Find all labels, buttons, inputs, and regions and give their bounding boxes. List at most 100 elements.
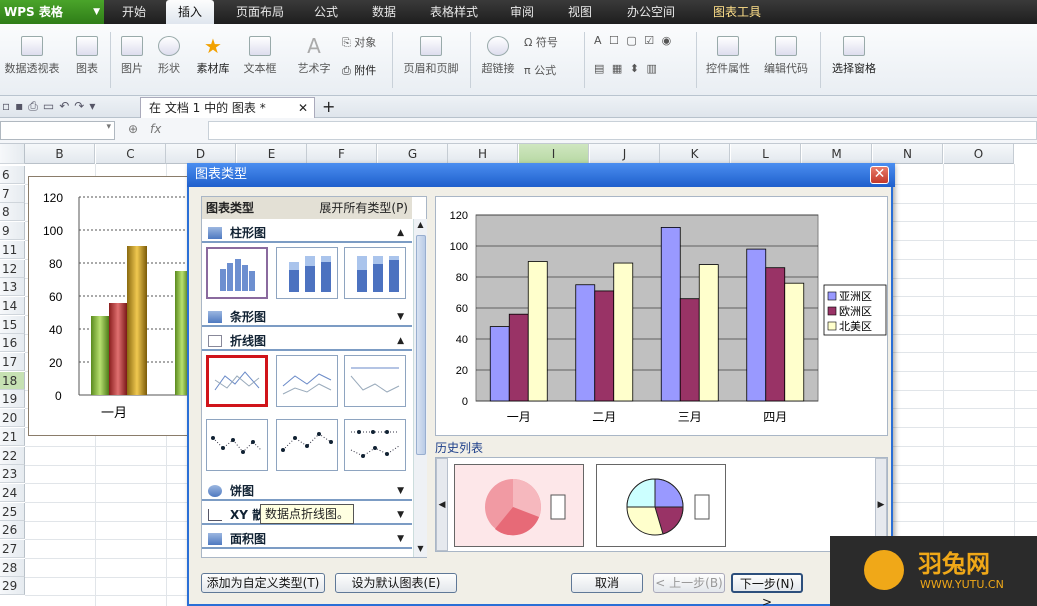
row-header[interactable]: 25	[0, 502, 25, 521]
tab-table-style[interactable]: 表格样式	[420, 0, 488, 24]
wordart-button[interactable]: A 艺术字	[294, 36, 334, 76]
fx-button[interactable]: fx	[150, 122, 161, 136]
scroll-up-icon[interactable]: ▲	[415, 220, 426, 232]
row-header[interactable]: 18	[0, 371, 25, 390]
column-header[interactable]: D	[166, 144, 236, 164]
tab-office-space[interactable]: 办公空间	[614, 0, 688, 24]
name-box[interactable]: ▾	[0, 121, 115, 140]
subtype-stacked-column[interactable]	[276, 247, 338, 299]
category-bar[interactable]: 条形图 ▼	[202, 307, 412, 327]
row-header[interactable]: 17	[0, 353, 25, 371]
edit-code-button[interactable]: 编辑代码	[760, 36, 812, 76]
subtype-stacked-line-markers[interactable]	[276, 419, 338, 471]
history-prev-button[interactable]: ◀	[436, 458, 448, 551]
column-header[interactable]: H	[448, 144, 518, 164]
row-header[interactable]: 9	[0, 222, 25, 241]
formula-button[interactable]: π 公式	[524, 62, 574, 78]
row-header[interactable]: 12	[0, 259, 25, 278]
row-header[interactable]: 22	[0, 446, 25, 465]
history-item-pie-2[interactable]	[596, 464, 726, 547]
dialog-title-bar[interactable]: 图表类型 ✕	[187, 163, 895, 187]
subtype-percent-line-markers[interactable]	[344, 419, 406, 471]
next-step-button[interactable]: 下一步(N) >	[731, 573, 803, 606]
column-header[interactable]: G	[378, 144, 448, 164]
row-header[interactable]: 24	[0, 483, 25, 502]
column-header[interactable]: F	[307, 144, 377, 164]
tab-insert[interactable]: 插入	[166, 0, 214, 24]
hyperlink-button[interactable]: 超链接	[480, 36, 516, 76]
pivot-table-button[interactable]: 数据透视表	[2, 36, 62, 76]
symbol-button[interactable]: Ω 符号	[524, 34, 574, 50]
column-header[interactable]: E	[237, 144, 307, 164]
column-header[interactable]: I	[519, 144, 589, 164]
tab-review[interactable]: 审阅	[500, 0, 544, 24]
column-header[interactable]: N	[873, 144, 943, 164]
control-properties-button[interactable]: 控件属性	[702, 36, 754, 76]
formula-input[interactable]	[208, 121, 1037, 140]
row-header[interactable]: 13	[0, 278, 25, 297]
expand-all-types-link[interactable]: 展开所有类型(P)	[319, 197, 408, 219]
category-pie[interactable]: 饼图 ▼	[202, 481, 412, 501]
picture-button[interactable]: 图片	[118, 36, 146, 76]
chart-list-scrollbar[interactable]: ▲ ▼	[413, 219, 427, 557]
tab-formula[interactable]: 公式	[304, 0, 348, 24]
row-header[interactable]: 27	[0, 540, 25, 558]
category-area[interactable]: 面积图 ▼	[202, 529, 412, 549]
row-header[interactable]: 21	[0, 427, 25, 446]
column-header[interactable]: J	[590, 144, 660, 164]
subtype-line[interactable]	[206, 355, 268, 407]
row-header[interactable]: 28	[0, 558, 25, 577]
material-library-button[interactable]: ★ 素材库	[194, 36, 232, 76]
column-header[interactable]: K	[660, 144, 730, 164]
zoom-icon[interactable]: ⊕	[128, 122, 138, 136]
row-header[interactable]: 6	[0, 166, 25, 184]
scrollbar-thumb[interactable]	[416, 235, 426, 455]
column-header[interactable]: O	[944, 144, 1014, 164]
cancel-button[interactable]: 取消	[571, 573, 643, 593]
add-custom-type-button[interactable]: 添加为自定义类型(T)	[201, 573, 325, 593]
tab-data[interactable]: 数据	[362, 0, 406, 24]
row-header[interactable]: 20	[0, 409, 25, 428]
textbox-button[interactable]: 文本框	[240, 36, 280, 76]
subtype-percent-line[interactable]	[344, 355, 406, 407]
row-header[interactable]: 14	[0, 296, 25, 315]
row-header[interactable]: 23	[0, 465, 25, 484]
row-header[interactable]: 26	[0, 521, 25, 540]
quick-access-toolbar[interactable]: ▫▪⎙▭↶↷▾	[2, 99, 100, 114]
row-header[interactable]: 11	[0, 240, 25, 259]
chart-button[interactable]: 图表	[72, 36, 102, 76]
object-button[interactable]: ⎘ 对象	[342, 34, 392, 50]
category-column[interactable]: 柱形图 ▲	[202, 223, 412, 243]
column-header[interactable]: C	[96, 144, 166, 164]
shape-button[interactable]: 形状	[150, 36, 188, 76]
row-header[interactable]: 16	[0, 334, 25, 353]
form-controls-row2[interactable]: ▤ ▦ ⬍ ▥	[594, 62, 674, 75]
select-all-corner[interactable]	[0, 144, 25, 164]
new-tab-button[interactable]: +	[322, 96, 335, 117]
column-header[interactable]: L	[731, 144, 801, 164]
tab-page-layout[interactable]: 页面布局	[226, 0, 294, 24]
attachment-button[interactable]: ⎙ 附件	[342, 62, 392, 78]
selection-pane-button[interactable]: 选择窗格	[828, 36, 880, 76]
subtype-line-markers[interactable]	[206, 419, 268, 471]
row-header[interactable]: 15	[0, 315, 25, 334]
header-footer-button[interactable]: 页眉和页脚	[400, 36, 462, 76]
tab-chart-tools[interactable]: 图表工具	[702, 0, 772, 24]
subtype-stacked-line[interactable]	[276, 355, 338, 407]
tab-view[interactable]: 视图	[558, 0, 602, 24]
close-icon[interactable]: ✕	[298, 98, 308, 118]
subtype-clustered-column[interactable]	[206, 247, 268, 299]
column-header[interactable]: M	[802, 144, 872, 164]
row-header[interactable]: 29	[0, 577, 25, 596]
set-default-chart-button[interactable]: 设为默认图表(E)	[335, 573, 457, 593]
tab-home[interactable]: 开始	[112, 0, 156, 24]
column-header[interactable]: B	[25, 144, 95, 164]
subtype-percent-column[interactable]	[344, 247, 406, 299]
doc-tab-chart[interactable]: 在 文档 1 中的 图表 * ✕	[140, 97, 315, 118]
row-header[interactable]: 8	[0, 203, 25, 222]
app-logo-menu[interactable]: WPS 表格 ▼	[0, 0, 104, 24]
embedded-chart[interactable]: 120 100 80 60 40 20 0 一月	[28, 176, 209, 436]
form-controls-row1[interactable]: A ☐ ▢ ☑ ◉	[594, 34, 694, 47]
scroll-down-icon[interactable]: ▼	[415, 544, 426, 556]
row-header[interactable]: 19	[0, 390, 25, 409]
